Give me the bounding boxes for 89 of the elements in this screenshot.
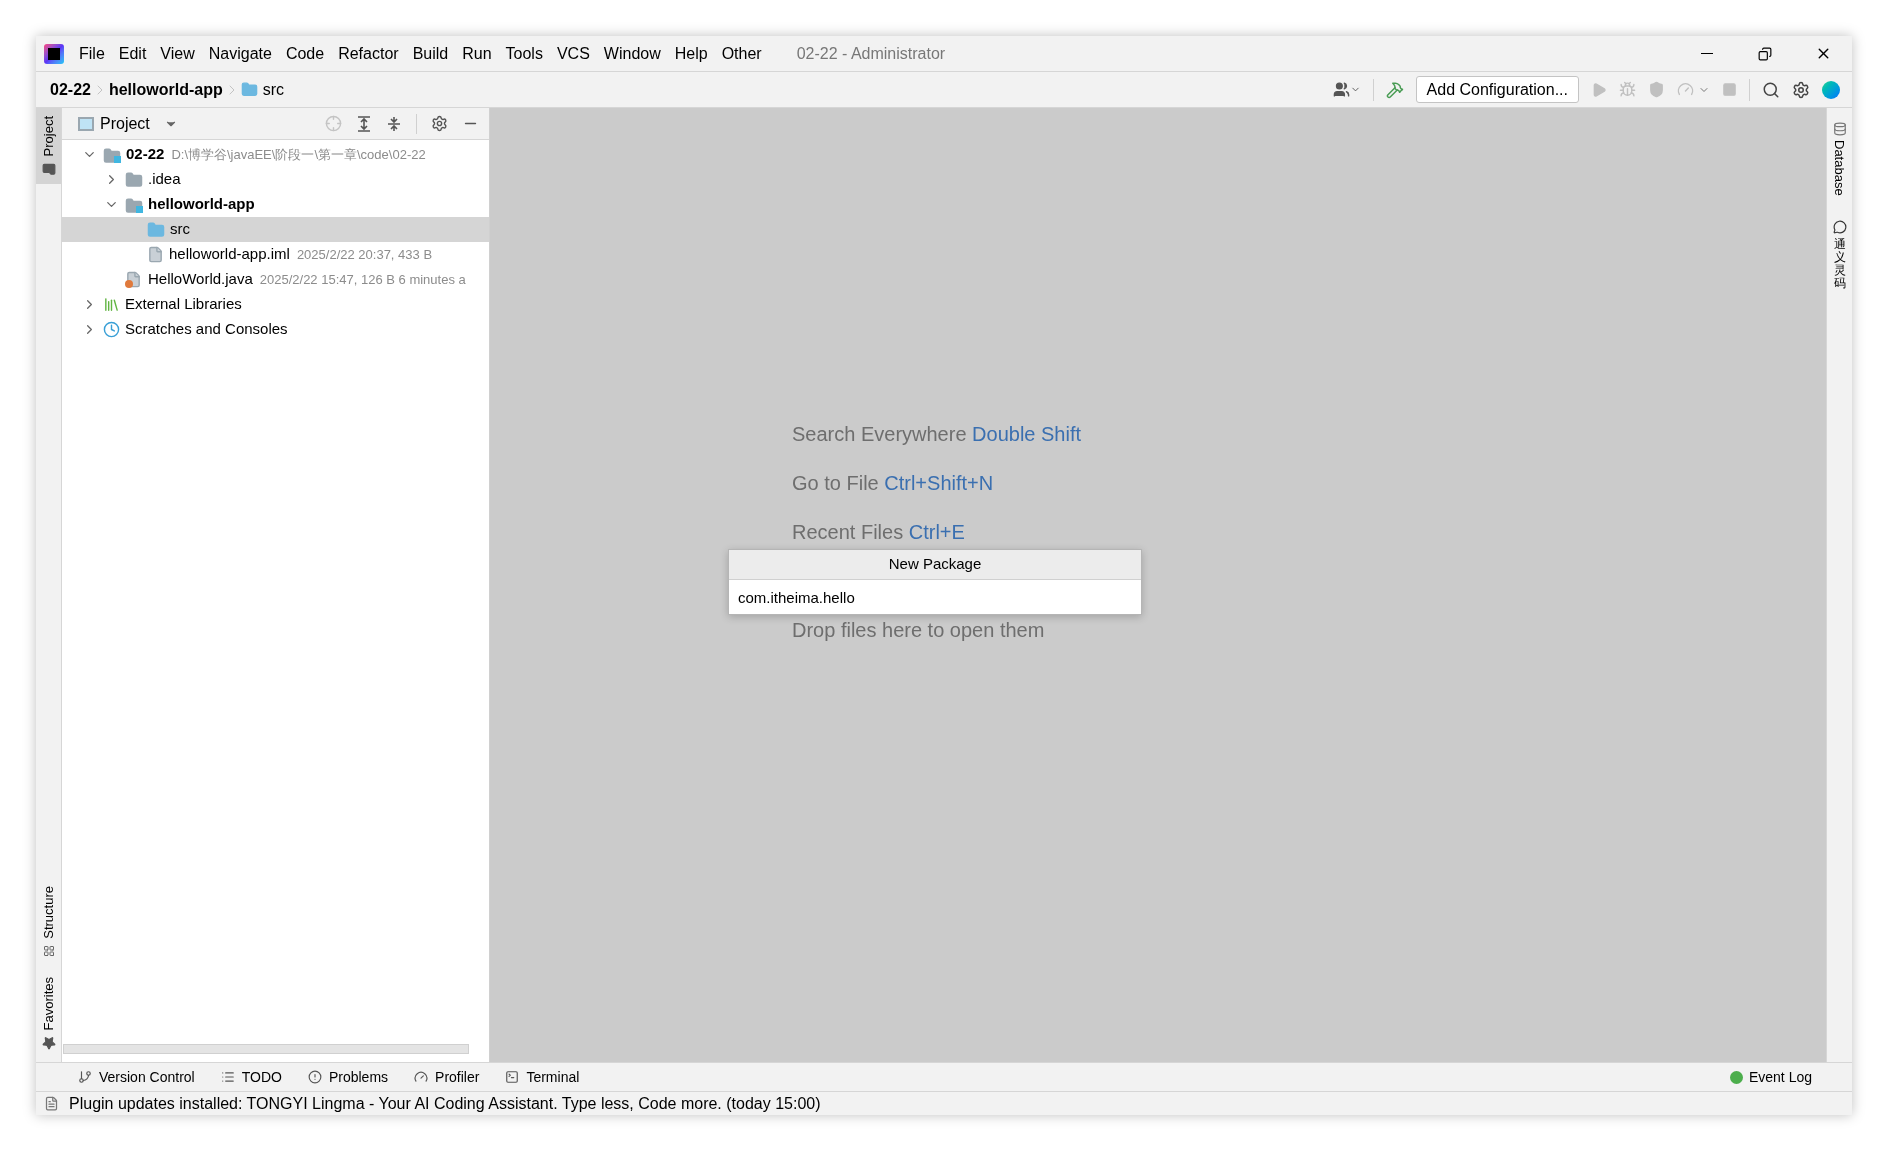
tree-item-meta: 2025/2/22 20:37, 433 B [296, 245, 433, 264]
tool-window-tab[interactable]: Project [36, 108, 61, 185]
editor-hint: Recent Files Ctrl+E [792, 520, 965, 545]
menu-item[interactable]: Tools [498, 41, 550, 66]
libraries-icon [103, 296, 120, 313]
tree-item[interactable]: src [62, 217, 489, 242]
event-log-tab[interactable]: Event Log [1729, 1066, 1812, 1088]
menu-item[interactable]: View [153, 41, 202, 66]
module-folder-icon [125, 196, 143, 213]
tree-item[interactable]: .idea [62, 167, 489, 192]
list-icon [220, 1070, 235, 1084]
expand-all-icon[interactable] [356, 115, 372, 132]
tool-window-tab[interactable]: Structure [38, 885, 59, 957]
tree-item[interactable]: HelloWorld.java 2025/2/22 15:47, 126 B 6 minutes a [62, 267, 489, 292]
editor-hint: Go to File Ctrl+Shift+N [792, 471, 994, 496]
terminal-icon [505, 1070, 520, 1084]
project-view-icon [78, 116, 94, 131]
tool-window-tab[interactable]: Database [1829, 122, 1850, 196]
window-title: 02-22 - Administrator [796, 43, 946, 64]
menu-item[interactable]: Build [405, 41, 456, 66]
java-file-icon [125, 271, 143, 288]
menu-item[interactable]: Other [714, 41, 769, 66]
menu-item[interactable]: VCS [549, 41, 597, 66]
minimize-icon [1701, 52, 1713, 55]
alert-icon [307, 1070, 322, 1084]
folder-icon [240, 81, 258, 98]
module-folder-icon [103, 146, 121, 163]
popup-title: New Package [729, 550, 1141, 580]
menu-item[interactable]: Code [278, 41, 332, 66]
tree-item-meta: 2025/2/22 15:47, 126 B 6 minutes a [259, 270, 466, 289]
tree-item-label: External Libraries [125, 294, 242, 315]
gauge-icon [414, 1070, 429, 1084]
settings-icon[interactable] [431, 115, 448, 132]
folder-icon [125, 170, 143, 189]
hammer-icon[interactable] [1385, 80, 1404, 99]
user-icon[interactable] [1332, 81, 1361, 98]
tree-item-label: Scratches and Consoles [125, 319, 288, 340]
tree-item[interactable]: helloworld-app [62, 192, 489, 217]
file-icon [147, 246, 164, 263]
menu-item[interactable]: Edit [111, 41, 154, 66]
menu-item[interactable]: File [72, 41, 112, 66]
bottom-tool-tab[interactable]: Terminal [505, 1066, 580, 1088]
branch-icon [78, 1070, 92, 1084]
star-icon [41, 1036, 56, 1050]
package-name-field[interactable]: com.itheima.hello [729, 580, 1141, 614]
tool-window-tab[interactable]: 通义灵码 [1832, 219, 1847, 291]
database-icon [1832, 122, 1847, 136]
plugin-icon [1832, 219, 1847, 234]
tree-item-label: HelloWorld.java [148, 269, 253, 290]
tree-item-label: 02-22 [126, 144, 165, 165]
tree-item[interactable]: helloworld-app.iml 2025/2/22 20:37, 433 B [62, 242, 489, 267]
editor-hint: Search Everywhere Double Shift [792, 422, 1082, 447]
tree-item-label: helloworld-app [148, 194, 255, 215]
scrollbar[interactable] [63, 1044, 469, 1054]
structure-icon [42, 944, 55, 957]
search-icon[interactable] [1762, 80, 1780, 99]
settings-icon[interactable] [1792, 80, 1810, 99]
status-message: Plugin updates installed: TONGYI Lingma - Your AI Coding Assistant. Type less, Code more. (today 15:00) [69, 1093, 821, 1114]
menu-item[interactable]: Run [455, 41, 499, 66]
tree-item[interactable]: Scratches and Consoles [62, 317, 489, 342]
breadcrumb[interactable]: helloworld-app [108, 77, 223, 102]
plugin-logo-icon[interactable] [1822, 80, 1840, 99]
scratches-icon [103, 321, 120, 338]
tree-item-meta: D:\博学谷\javaEE\阶段一\第一章\code\02-22 [171, 145, 426, 164]
run-configuration-button[interactable]: Add Configuration... [1415, 76, 1579, 103]
tree-item[interactable]: 02-22 D:\博学谷\javaEE\阶段一\第一章\code\02-22 [62, 142, 489, 167]
collapse-all-icon[interactable] [386, 115, 402, 132]
tree-item-label: .idea [148, 169, 181, 190]
bottom-tool-tab[interactable]: Version Control [78, 1066, 195, 1088]
breadcrumb[interactable]: 02-22 [50, 77, 91, 102]
tree-item-label: src [170, 219, 190, 240]
menu-item[interactable]: Window [596, 41, 668, 66]
restore-icon [1758, 46, 1772, 61]
menu-item[interactable]: Navigate [201, 41, 279, 66]
bottom-tool-tab[interactable]: TODO [220, 1066, 282, 1088]
folder-icon [147, 220, 165, 239]
editor-hint: Drop files here to open them [792, 618, 1045, 643]
menu-item[interactable]: Refactor [331, 41, 406, 66]
tree-item[interactable]: External Libraries [62, 292, 489, 317]
folder-icon [41, 162, 56, 177]
bottom-tool-tab[interactable]: Problems [307, 1066, 389, 1088]
breadcrumb[interactable]: src [240, 77, 285, 102]
menu-item[interactable]: Help [667, 41, 715, 66]
bottom-tool-tab[interactable]: Profiler [414, 1066, 480, 1088]
notification-icon[interactable] [44, 1096, 59, 1111]
app-logo-icon [44, 43, 64, 64]
tool-window-tab[interactable]: Favorites [38, 976, 59, 1050]
tree-item-label: helloworld-app.iml [169, 244, 290, 265]
panel-title-dropdown[interactable]: Project [78, 111, 178, 136]
